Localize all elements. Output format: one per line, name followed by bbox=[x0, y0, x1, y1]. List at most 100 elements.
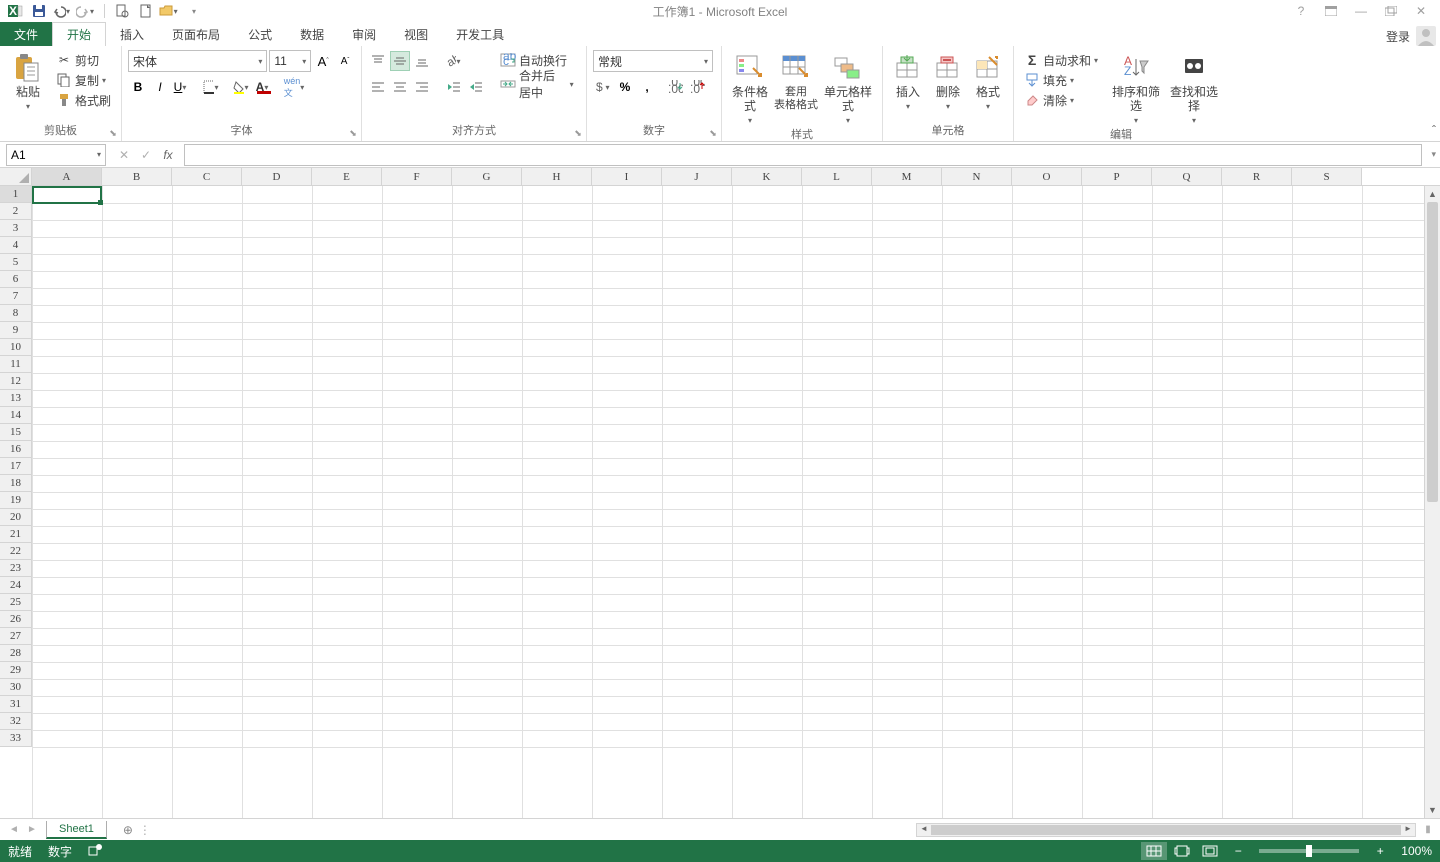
column-header[interactable]: H bbox=[522, 168, 592, 185]
copy-button[interactable]: 复制▾ bbox=[52, 70, 115, 90]
insert-cells-button[interactable]: 插入▾ bbox=[889, 50, 927, 113]
tab-insert[interactable]: 插入 bbox=[106, 22, 158, 46]
font-name-combo[interactable]: 宋体▾ bbox=[128, 50, 267, 72]
help-icon[interactable]: ? bbox=[1290, 2, 1312, 20]
row-header[interactable]: 2 bbox=[0, 203, 32, 220]
formula-input[interactable] bbox=[189, 145, 1417, 165]
horizontal-scrollbar[interactable]: ◄ ► bbox=[916, 823, 1416, 837]
undo-icon[interactable]: ▾ bbox=[52, 2, 74, 20]
conditional-format-button[interactable]: 条件格式▾ bbox=[728, 50, 772, 127]
close-icon[interactable]: ✕ bbox=[1410, 2, 1432, 20]
tab-developer[interactable]: 开发工具 bbox=[442, 22, 518, 46]
format-cells-button[interactable]: 格式▾ bbox=[969, 50, 1007, 113]
row-header[interactable]: 1 bbox=[0, 186, 32, 203]
row-header[interactable]: 5 bbox=[0, 254, 32, 271]
collapse-ribbon-icon[interactable]: ˆ bbox=[1432, 123, 1436, 137]
row-header[interactable]: 18 bbox=[0, 475, 32, 492]
row-header[interactable]: 20 bbox=[0, 509, 32, 526]
column-header[interactable]: J bbox=[662, 168, 732, 185]
increase-indent-button[interactable] bbox=[466, 77, 486, 97]
row-header[interactable]: 4 bbox=[0, 237, 32, 254]
column-header[interactable]: A bbox=[32, 168, 102, 185]
column-header[interactable]: B bbox=[102, 168, 172, 185]
column-header[interactable]: M bbox=[872, 168, 942, 185]
column-header[interactable]: L bbox=[802, 168, 872, 185]
vertical-scrollbar[interactable]: ▲ ▼ bbox=[1424, 186, 1440, 818]
column-header[interactable]: O bbox=[1012, 168, 1082, 185]
new-sheet-button[interactable]: ⊕ bbox=[117, 823, 139, 837]
expand-formula-bar-icon[interactable]: ▾ bbox=[1431, 149, 1436, 160]
view-page-break-button[interactable] bbox=[1197, 842, 1223, 860]
name-box-input[interactable] bbox=[11, 148, 81, 162]
tab-formulas[interactable]: 公式 bbox=[234, 22, 286, 46]
row-header[interactable]: 27 bbox=[0, 628, 32, 645]
row-header[interactable]: 28 bbox=[0, 645, 32, 662]
row-header[interactable]: 32 bbox=[0, 713, 32, 730]
increase-font-button[interactable]: Aˆ bbox=[313, 51, 333, 71]
qat-customize-icon[interactable]: ▾ bbox=[183, 2, 205, 20]
row-header[interactable]: 30 bbox=[0, 679, 32, 696]
tab-review[interactable]: 审阅 bbox=[338, 22, 390, 46]
row-header[interactable]: 29 bbox=[0, 662, 32, 679]
row-header[interactable]: 25 bbox=[0, 594, 32, 611]
align-bottom-button[interactable] bbox=[412, 51, 432, 71]
row-header[interactable]: 14 bbox=[0, 407, 32, 424]
spreadsheet-grid[interactable]: ABCDEFGHIJKLMNOPQRS 12345678910111213141… bbox=[0, 168, 1440, 818]
cell-styles-button[interactable]: 单元格样式▾ bbox=[820, 50, 876, 127]
row-header[interactable]: 6 bbox=[0, 271, 32, 288]
tab-data[interactable]: 数据 bbox=[286, 22, 338, 46]
tab-home[interactable]: 开始 bbox=[52, 22, 106, 46]
column-header[interactable]: F bbox=[382, 168, 452, 185]
find-select-button[interactable]: 查找和选择▾ bbox=[1166, 50, 1222, 127]
column-header[interactable]: R bbox=[1222, 168, 1292, 185]
active-cell[interactable] bbox=[32, 186, 102, 204]
align-right-button[interactable] bbox=[412, 77, 432, 97]
alignment-launcher-icon[interactable]: ⬊ bbox=[572, 127, 584, 139]
redo-icon[interactable]: ▾ bbox=[76, 2, 98, 20]
percent-button[interactable]: % bbox=[615, 77, 635, 97]
accounting-format-button[interactable]: $▾ bbox=[593, 77, 613, 97]
row-header[interactable]: 16 bbox=[0, 441, 32, 458]
font-size-combo[interactable]: 11▾ bbox=[269, 50, 311, 72]
row-header[interactable]: 3 bbox=[0, 220, 32, 237]
hscroll-thumb[interactable] bbox=[931, 825, 1401, 835]
zoom-level[interactable]: 100% bbox=[1401, 844, 1432, 858]
tab-view[interactable]: 视图 bbox=[390, 22, 442, 46]
row-header[interactable]: 11 bbox=[0, 356, 32, 373]
format-painter-button[interactable]: 格式刷 bbox=[52, 90, 115, 110]
row-header[interactable]: 21 bbox=[0, 526, 32, 543]
row-header[interactable]: 8 bbox=[0, 305, 32, 322]
open-icon[interactable]: ▾ bbox=[159, 2, 181, 20]
bold-button[interactable]: B bbox=[128, 77, 148, 97]
delete-cells-button[interactable]: 删除▾ bbox=[929, 50, 967, 113]
format-as-table-button[interactable]: 套用 表格格式 bbox=[774, 50, 818, 112]
zoom-slider[interactable] bbox=[1259, 849, 1359, 853]
restore-icon[interactable] bbox=[1380, 2, 1402, 20]
align-middle-button[interactable] bbox=[390, 51, 410, 71]
row-header[interactable]: 33 bbox=[0, 730, 32, 747]
row-header[interactable]: 7 bbox=[0, 288, 32, 305]
column-header[interactable]: G bbox=[452, 168, 522, 185]
row-header[interactable]: 12 bbox=[0, 373, 32, 390]
number-launcher-icon[interactable]: ⬊ bbox=[707, 127, 719, 139]
tab-page-layout[interactable]: 页面布局 bbox=[158, 22, 234, 46]
row-header[interactable]: 26 bbox=[0, 611, 32, 628]
cancel-formula-icon[interactable]: ✕ bbox=[114, 145, 134, 165]
tab-split-handle[interactable]: ⋮ bbox=[139, 823, 149, 837]
comma-button[interactable]: , bbox=[637, 77, 657, 97]
view-page-layout-button[interactable] bbox=[1169, 842, 1195, 860]
column-header[interactable]: I bbox=[592, 168, 662, 185]
underline-button[interactable]: U▾ bbox=[172, 77, 192, 97]
print-preview-icon[interactable] bbox=[111, 2, 133, 20]
align-left-button[interactable] bbox=[368, 77, 388, 97]
zoom-in-button[interactable]: + bbox=[1367, 842, 1393, 860]
clipboard-launcher-icon[interactable]: ⬊ bbox=[107, 127, 119, 139]
paste-button[interactable]: 粘贴▾ bbox=[6, 50, 50, 113]
sort-filter-button[interactable]: AZ 排序和筛选▾ bbox=[1108, 50, 1164, 127]
view-normal-button[interactable] bbox=[1141, 842, 1167, 860]
sheet-nav-next-icon[interactable]: ► bbox=[24, 824, 40, 835]
new-icon[interactable] bbox=[135, 2, 157, 20]
name-box-dropdown-icon[interactable]: ▾ bbox=[97, 150, 101, 159]
fill-button[interactable]: 填充▾ bbox=[1020, 70, 1106, 90]
cut-button[interactable]: ✂剪切 bbox=[52, 50, 115, 70]
